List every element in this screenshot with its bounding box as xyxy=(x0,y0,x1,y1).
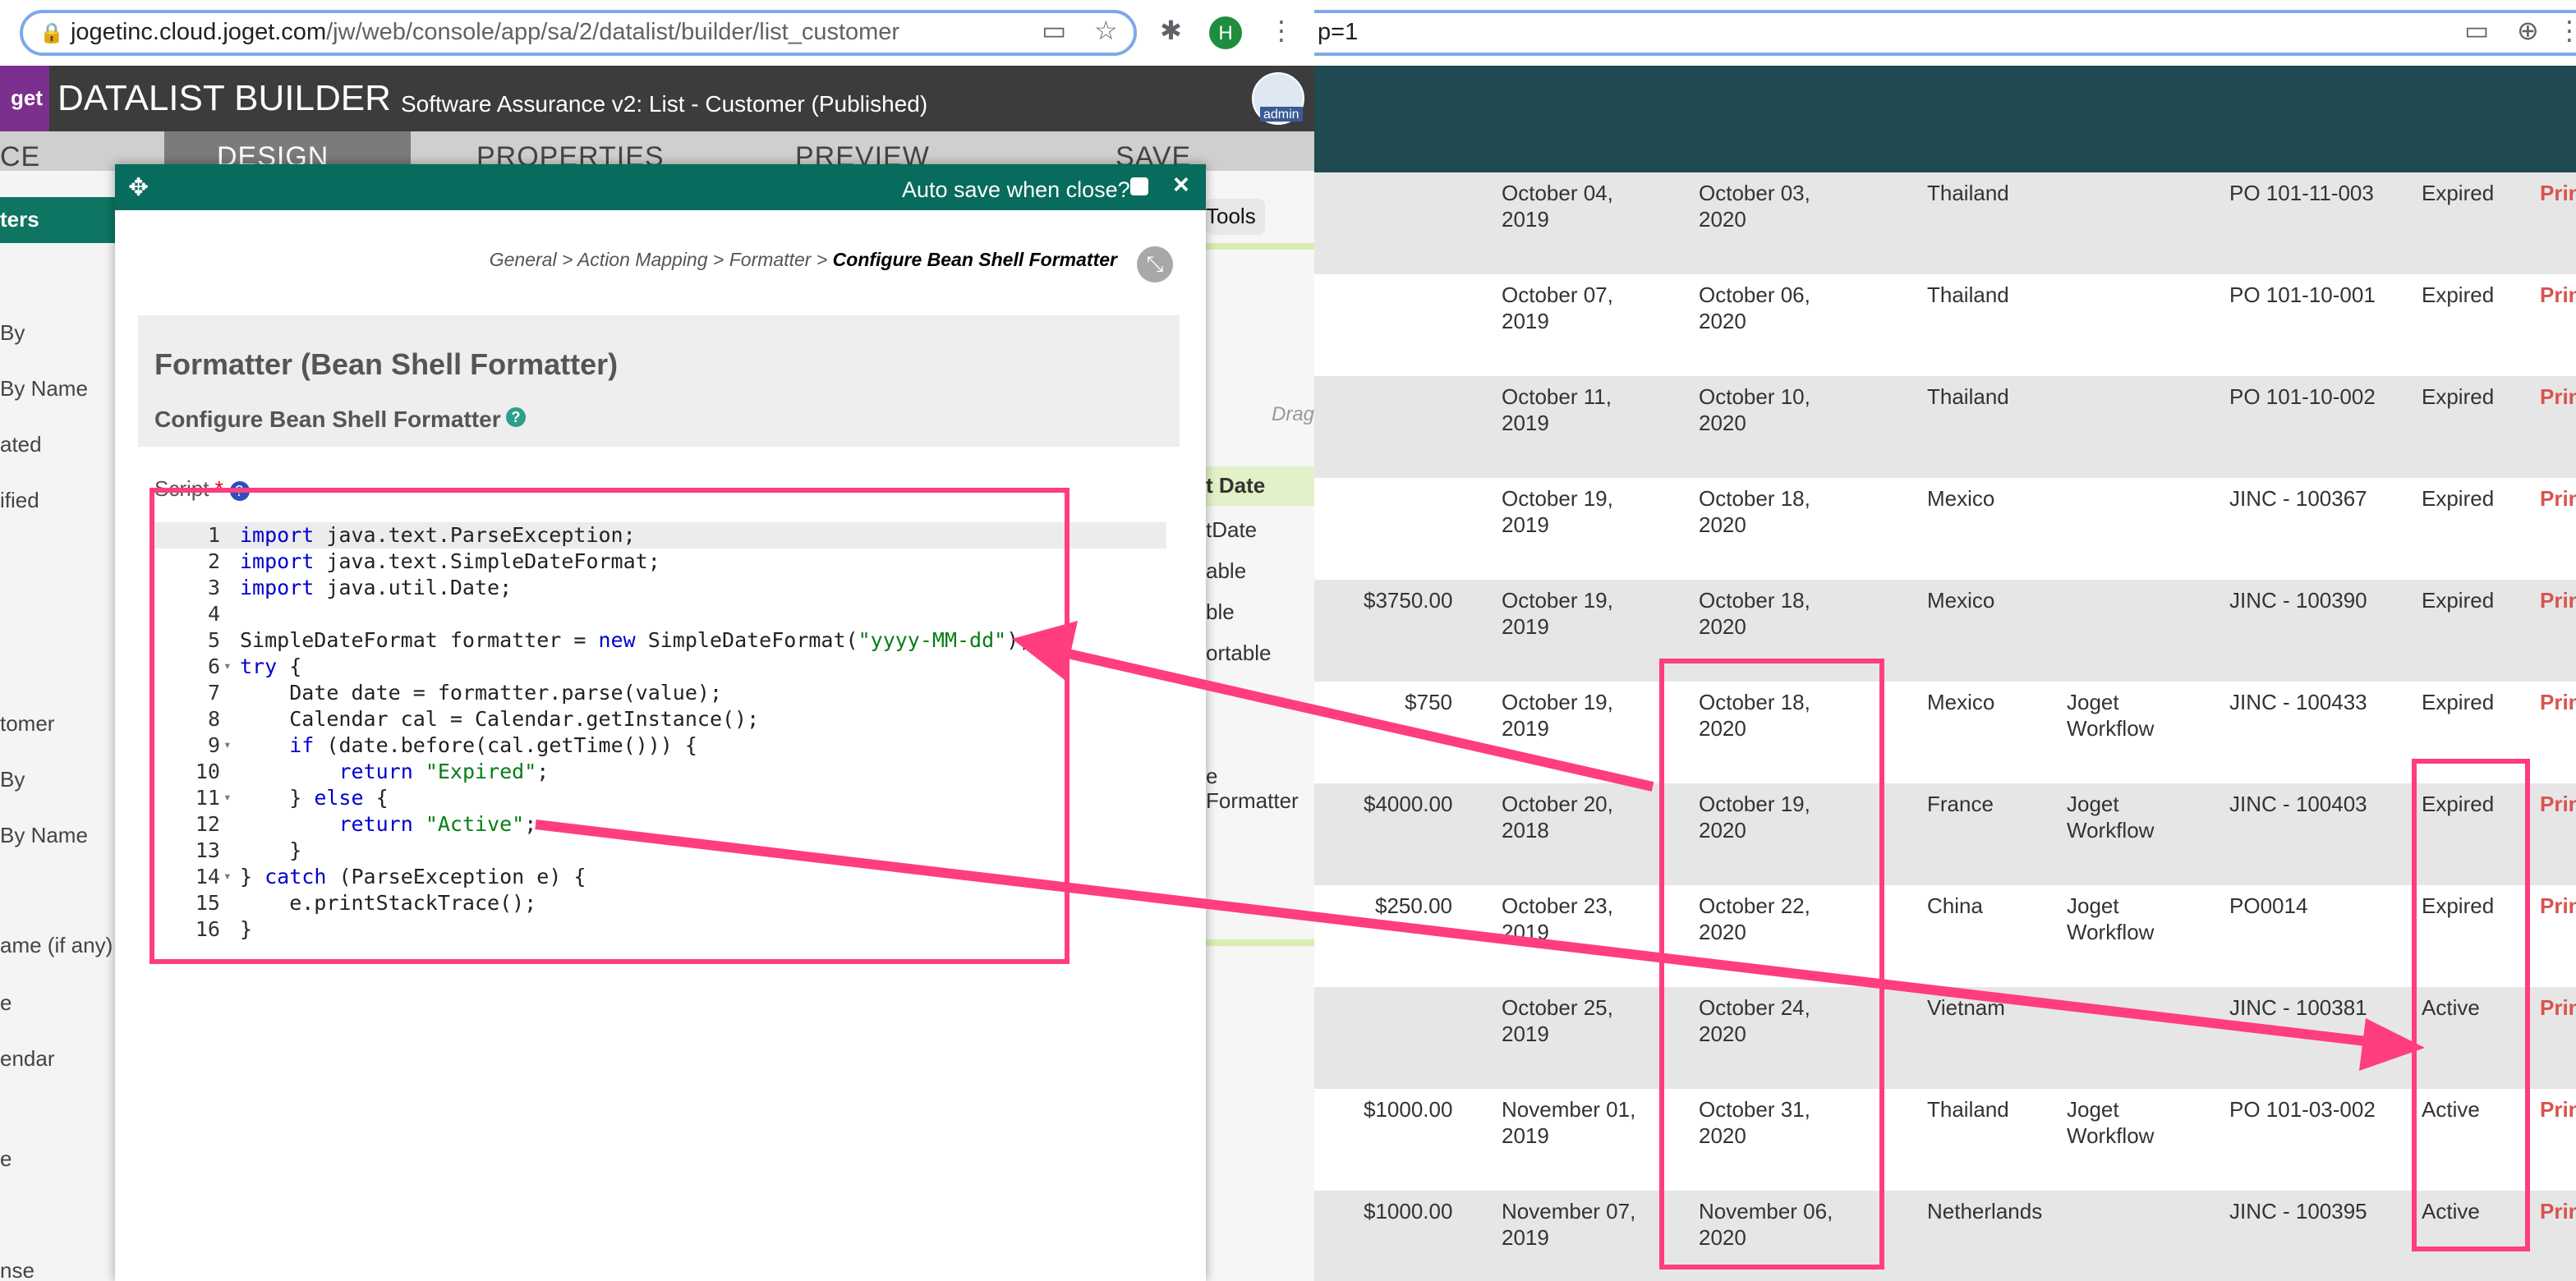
annotation-arrows xyxy=(535,621,2425,1071)
arrowhead-code xyxy=(1012,621,1078,680)
arrow-to-status xyxy=(535,820,2367,1046)
arrow-to-code xyxy=(1066,649,1654,792)
arrowhead-status xyxy=(2359,1018,2425,1071)
screenshot-stage: p=1 ▭ ⊕ ⋮ October 04, 2019October 03, 20… xyxy=(0,0,2576,1281)
